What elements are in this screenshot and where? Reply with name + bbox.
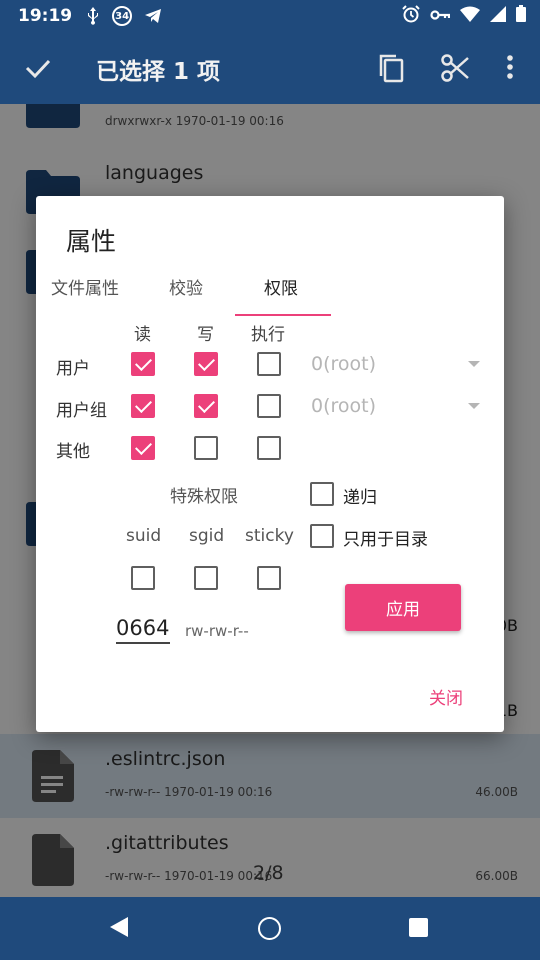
- user-read-checkbox[interactable]: [131, 352, 155, 376]
- notification-count-badge: 34: [112, 6, 133, 26]
- battery-icon: [516, 5, 526, 27]
- suid-checkbox[interactable]: [131, 566, 155, 590]
- wifi-icon: [460, 6, 480, 27]
- row-label-user: 用户: [56, 359, 90, 379]
- row-label-group: 用户组: [56, 401, 107, 421]
- column-read: 读: [134, 325, 151, 345]
- recursive-checkbox[interactable]: [310, 482, 334, 506]
- group-owner-select[interactable]: 0(root): [311, 395, 376, 417]
- others-write-checkbox[interactable]: [194, 436, 218, 460]
- chevron-down-icon[interactable]: [468, 403, 480, 409]
- sgid-label: sgid: [189, 526, 225, 546]
- close-button[interactable]: 关闭: [429, 684, 463, 709]
- dialog-title: 属性: [66, 227, 117, 256]
- sgid-checkbox[interactable]: [194, 566, 218, 590]
- home-icon[interactable]: [258, 917, 281, 940]
- group-read-checkbox[interactable]: [131, 394, 155, 418]
- back-icon[interactable]: [110, 917, 128, 937]
- suid-label: suid: [126, 526, 162, 546]
- recursive-label: 递归: [343, 488, 377, 508]
- alarm-icon: [402, 4, 420, 28]
- recent-apps-icon[interactable]: [409, 918, 428, 937]
- dirs-only-label: 只用于目录: [343, 530, 428, 550]
- user-write-checkbox[interactable]: [194, 352, 218, 376]
- active-tab-indicator: [235, 314, 331, 316]
- user-execute-checkbox[interactable]: [257, 352, 281, 376]
- apply-button[interactable]: 应用: [345, 584, 461, 631]
- group-execute-checkbox[interactable]: [257, 394, 281, 418]
- others-read-checkbox[interactable]: [131, 436, 155, 460]
- tab-permissions[interactable]: 权限: [264, 274, 298, 299]
- status-time: 19:19: [18, 6, 73, 26]
- vpn-key-icon: [430, 6, 451, 26]
- navigation-bar: [0, 897, 540, 960]
- others-execute-checkbox[interactable]: [257, 436, 281, 460]
- dialog-tabs: 文件属性 校验 权限: [36, 268, 504, 318]
- tab-checksum[interactable]: 校验: [169, 274, 203, 299]
- user-owner-select[interactable]: 0(root): [311, 353, 376, 375]
- row-label-others: 其他: [56, 442, 90, 462]
- sticky-label: sticky: [245, 526, 294, 546]
- octal-permission-input[interactable]: 0664: [116, 616, 170, 644]
- status-bar: 19:19 34: [0, 0, 540, 32]
- special-permissions-label: 特殊权限: [170, 487, 238, 507]
- signal-icon: [490, 5, 506, 27]
- group-write-checkbox[interactable]: [194, 394, 218, 418]
- usb-icon: [86, 7, 100, 25]
- properties-dialog: 属性 文件属性 校验 权限 读 写 执行 用户 0(root) 用户组 0(ro…: [36, 196, 504, 732]
- page-indicator: 2/8: [253, 862, 284, 884]
- chevron-down-icon[interactable]: [468, 361, 480, 367]
- symbolic-permission: rw-rw-r--: [185, 622, 249, 640]
- column-execute: 执行: [251, 325, 285, 345]
- telegram-icon: [144, 8, 162, 24]
- sticky-checkbox[interactable]: [257, 566, 281, 590]
- column-write: 写: [197, 325, 214, 345]
- dirs-only-checkbox[interactable]: [310, 524, 334, 548]
- tab-file-properties[interactable]: 文件属性: [51, 274, 119, 299]
